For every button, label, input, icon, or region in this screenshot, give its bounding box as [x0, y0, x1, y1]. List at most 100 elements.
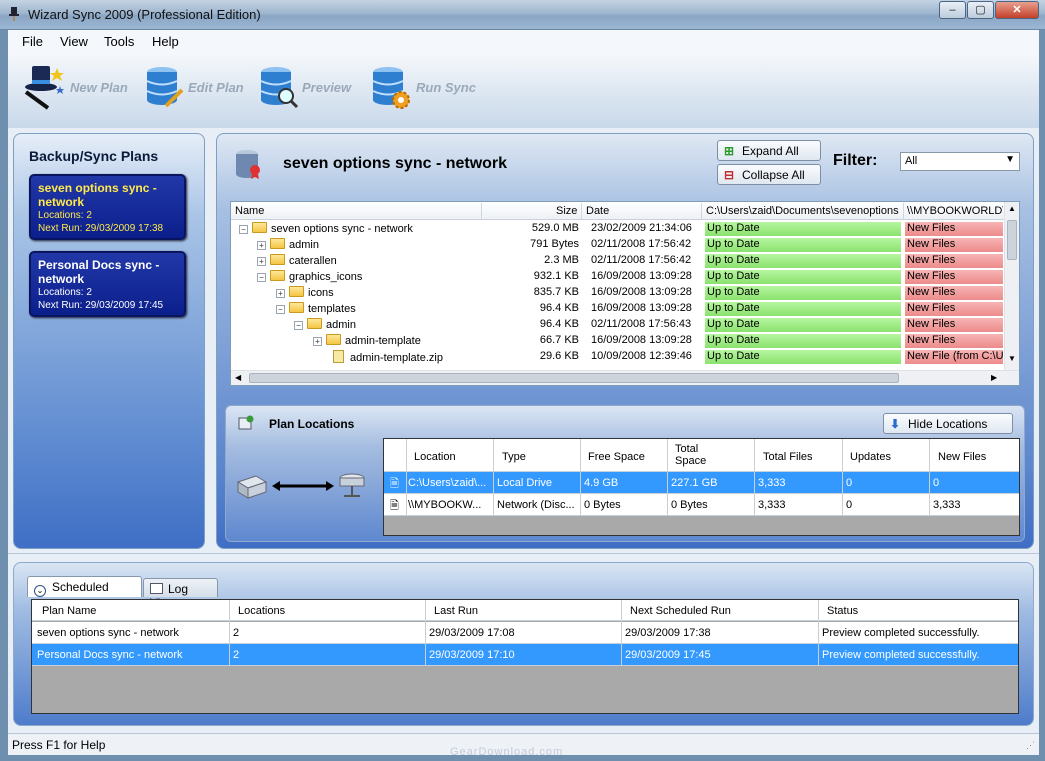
status-new-files: New Files	[905, 318, 1003, 332]
tree-row[interactable]: − graphics_icons 932.1 KB 16/09/2008 13:0…	[231, 269, 1006, 285]
minimize-button[interactable]: –	[939, 1, 966, 19]
tab-log-view[interactable]: Log View	[143, 578, 218, 610]
col-type[interactable]: Type	[502, 451, 526, 463]
watermark: GearDownload.com	[450, 746, 564, 758]
menu-bar: File View Tools Help	[8, 30, 1039, 52]
col-status[interactable]: Status	[827, 605, 858, 617]
schedule-row[interactable]: Personal Docs sync - network 2 29/03/200…	[32, 644, 1018, 666]
scheduled-plans-grid[interactable]: Plan Name Locations Last Run Next Schedu…	[31, 599, 1019, 714]
col-total-space[interactable]: Total Space	[675, 443, 715, 467]
schedule-row[interactable]: seven options sync - network 2 29/03/200…	[32, 622, 1018, 644]
col-free-space[interactable]: Free Space	[588, 451, 645, 463]
tree-row[interactable]: + icons 835.7 KB 16/09/2008 13:09:28 Up t…	[231, 285, 1006, 301]
expand-node-icon[interactable]: +	[257, 241, 266, 250]
status-up-to-date: Up to Date	[705, 350, 901, 364]
folder-open-icon	[270, 270, 285, 281]
tree-row[interactable]: − templates 96.4 KB 16/09/2008 13:09:28 U…	[231, 301, 1006, 317]
expand-all-button[interactable]: ⊞ Expand All	[717, 140, 821, 161]
tab-scheduled-plans[interactable]: ⌄Scheduled Plans	[27, 576, 142, 611]
col-size[interactable]: Size	[556, 205, 577, 217]
collapse-node-icon[interactable]: −	[276, 305, 285, 314]
collapse-node-icon[interactable]: −	[294, 321, 303, 330]
scroll-up-icon[interactable]: ▲	[1008, 204, 1016, 213]
col-location[interactable]: Location	[414, 451, 456, 463]
collapse-node-icon[interactable]: −	[239, 225, 248, 234]
close-button[interactable]: ✕	[995, 1, 1039, 19]
run-sync-button[interactable]: Run Sync	[370, 62, 476, 112]
col-total-files[interactable]: Total Files	[763, 451, 813, 463]
scroll-down-icon[interactable]: ▼	[1008, 354, 1016, 363]
menu-help[interactable]: Help	[152, 34, 179, 49]
tree-row-date: 16/09/2008 13:09:28	[591, 302, 692, 314]
scroll-thumb[interactable]	[249, 373, 899, 383]
collapse-all-button[interactable]: ⊟ Collapse All	[717, 164, 821, 185]
folder-icon	[289, 286, 304, 297]
plan-card-seven-options[interactable]: seven options sync - network Locations: …	[29, 174, 186, 240]
collapse-node-icon[interactable]: −	[257, 273, 266, 282]
expand-node-icon[interactable]: +	[276, 289, 285, 298]
tree-row[interactable]: + admin 791 Bytes 02/11/2008 17:56:42 Up …	[231, 237, 1006, 253]
location-row[interactable]: 🗎 \\MYBOOKW... Network (Disc... 0 Bytes …	[384, 494, 1019, 516]
title-bar: Wizard Sync 2009 (Professional Edition) …	[0, 0, 1045, 30]
edit-plan-label: Edit Plan	[188, 79, 244, 95]
col-location-1[interactable]: C:\Users\zaid\Documents\sevenoptions	[706, 205, 901, 217]
plan-card-locations: Locations: 2	[38, 210, 92, 221]
col-new-files[interactable]: New Files	[938, 451, 986, 463]
file-tree-grid[interactable]: Name Size Date C:\Users\zaid\Documents\s…	[230, 201, 1020, 386]
col-updates[interactable]: Updates	[850, 451, 891, 463]
tree-row-date: 02/11/2008 17:56:43	[591, 318, 692, 330]
menu-view[interactable]: View	[60, 34, 88, 49]
plan-card-personal-docs[interactable]: Personal Docs sync - network Locations: …	[29, 251, 186, 317]
location-files: 3,333	[758, 499, 786, 511]
folder-icon	[270, 254, 285, 265]
run-sync-label: Run Sync	[416, 79, 476, 95]
col-plan-name[interactable]: Plan Name	[42, 605, 96, 617]
col-last-run[interactable]: Last Run	[434, 605, 478, 617]
location-row[interactable]: 🗎 C:\Users\zaid\... Local Drive 4.9 GB 2…	[384, 472, 1019, 494]
plan-card-name: Personal Docs sync - network	[38, 258, 160, 286]
tree-row-size: 29.6 KB	[539, 350, 579, 362]
preview-button[interactable]: Preview	[258, 62, 351, 112]
tree-row-name: templates	[308, 303, 356, 315]
location-total: 0 Bytes	[671, 499, 708, 511]
col-name[interactable]: Name	[235, 205, 264, 217]
tree-row-size: 529.0 MB	[531, 222, 579, 234]
new-plan-label: New Plan	[70, 79, 128, 95]
tree-horizontal-scrollbar[interactable]: ◀ ▶	[231, 370, 1019, 385]
tree-row[interactable]: − seven options sync - network 529.0 MB 2…	[231, 221, 1006, 237]
locations-grid[interactable]: Location Type Free Space Total Space Tot…	[383, 438, 1020, 536]
menu-file[interactable]: File	[22, 34, 43, 49]
new-plan-button[interactable]: New Plan	[22, 62, 128, 112]
expand-node-icon[interactable]: +	[257, 257, 266, 266]
tree-row[interactable]: + caterallen 2.3 MB 02/11/2008 17:56:42 U…	[231, 253, 1006, 269]
menu-tools[interactable]: Tools	[104, 34, 134, 49]
col-date[interactable]: Date	[586, 205, 609, 217]
edit-plan-button[interactable]: Edit Plan	[144, 62, 244, 112]
hide-locations-label: Hide Locations	[908, 416, 988, 431]
status-new-files: New Files	[905, 270, 1003, 284]
local-drive-icon	[236, 475, 268, 499]
status-up-to-date: Up to Date	[705, 302, 901, 316]
tree-header: Name Size Date C:\Users\zaid\Documents\s…	[231, 202, 1019, 220]
resize-grip-icon[interactable]: ⋰	[1026, 740, 1035, 751]
tree-row[interactable]: + admin-template 66.7 KB 16/09/2008 13:09…	[231, 333, 1006, 349]
schedule-name: seven options sync - network	[37, 627, 179, 639]
col-locations[interactable]: Locations	[238, 605, 285, 617]
sidebar-title: Backup/Sync Plans	[29, 148, 159, 164]
maximize-button[interactable]: ▢	[967, 1, 994, 19]
location-new: 0	[933, 477, 940, 489]
tree-row[interactable]: − admin 96.4 KB 02/11/2008 17:56:43 Up to…	[231, 317, 1006, 333]
scroll-thumb[interactable]	[1007, 220, 1017, 260]
col-next-run[interactable]: Next Scheduled Run	[630, 605, 731, 617]
status-up-to-date: Up to Date	[705, 254, 901, 268]
schedule-last-run: 29/03/2009 17:10	[429, 649, 515, 661]
filter-select[interactable]: All ▼	[900, 152, 1020, 171]
tree-vertical-scrollbar[interactable]: ▲ ▼	[1004, 202, 1019, 370]
expand-node-icon[interactable]: +	[313, 337, 322, 346]
status-up-to-date: Up to Date	[705, 238, 901, 252]
tree-row[interactable]: admin-template.zip 29.6 KB 10/09/2008 12…	[231, 349, 1006, 365]
scroll-left-icon[interactable]: ◀	[235, 373, 241, 382]
hide-locations-button[interactable]: ⬇ Hide Locations	[883, 413, 1013, 434]
scroll-right-icon[interactable]: ▶	[991, 373, 997, 382]
col-location-2[interactable]: \\MYBOOKWORLD\	[907, 205, 1003, 217]
